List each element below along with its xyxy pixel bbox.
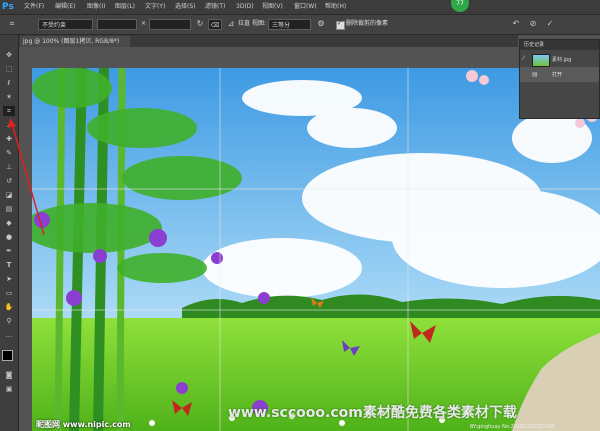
gear-icon[interactable]: ⚙	[316, 19, 326, 29]
document-canvas[interactable]	[32, 68, 600, 431]
commit-check-icon[interactable]: ✓	[545, 19, 555, 29]
extra-tools-icon[interactable]: …	[3, 330, 15, 340]
annotation-arrow	[8, 118, 45, 236]
landscape-image	[32, 68, 600, 431]
straighten-label[interactable]: 拉直	[238, 19, 250, 29]
swap-symbol[interactable]: ×	[141, 19, 146, 29]
notification-badge[interactable]: 77	[451, 0, 469, 12]
view-label: 视图:	[252, 20, 267, 27]
pen-tool-icon[interactable]: ✒	[3, 246, 15, 256]
menu-3d[interactable]: 3D(D)	[236, 3, 254, 11]
type-tool-icon[interactable]: T	[3, 260, 15, 270]
quick-mask-icon[interactable]: ◙	[3, 370, 15, 380]
foreground-color-swatch[interactable]	[2, 350, 13, 361]
history-brush-icon[interactable]: ⁄	[523, 55, 524, 62]
menu-help[interactable]: 帮助(H)	[325, 3, 346, 11]
delete-cropped-checkbox[interactable]: ✓	[336, 20, 345, 30]
shape-tool-icon[interactable]: ▭	[3, 288, 15, 298]
zoom-tool-icon[interactable]: ⚲	[3, 316, 15, 326]
menu-image[interactable]: 图像(I)	[87, 3, 105, 11]
clear-button[interactable]: ⌫	[208, 19, 222, 30]
menu-view[interactable]: 视图(V)	[262, 3, 283, 11]
site-watermark: www.sccooo.com素材酷免费各类素材下载	[228, 405, 517, 421]
view-select[interactable]: 三等分	[268, 19, 311, 30]
menu-filter[interactable]: 滤镜(T)	[205, 3, 225, 11]
height-input[interactable]	[149, 19, 191, 30]
screen-mode-icon[interactable]: ▣	[3, 384, 15, 394]
options-bar: ⌗ 不受约束 × ↻ ⌫ ⊿ 拉直 视图: 三等分 ⚙ ✓ 删除裁剪的像素 ↶ …	[0, 15, 600, 35]
cancel-icon[interactable]: ⊘	[528, 19, 538, 29]
check-icon: ✓	[337, 20, 343, 27]
history-panel-header: 历史记录	[520, 40, 599, 50]
snapshot-thumbnail	[532, 54, 550, 67]
menu-window[interactable]: 窗口(W)	[294, 3, 317, 11]
hand-tool-icon[interactable]: ✋	[3, 302, 15, 312]
history-snapshot[interactable]: ⁄ 素材.jpg	[520, 52, 599, 67]
straighten-icon[interactable]: ⊿	[226, 19, 236, 29]
path-select-icon[interactable]: ➤	[3, 274, 15, 284]
width-input[interactable]	[97, 19, 137, 30]
image-id-watermark: BY:qinghuay No:20161222337265	[470, 424, 556, 430]
delete-cropped-label: 删除裁剪的像素	[346, 20, 389, 27]
undo-icon[interactable]: ↶	[511, 19, 521, 29]
history-state-label: 打开	[552, 72, 563, 78]
document-icon: ▤	[532, 71, 538, 78]
nipic-watermark: 昵图网 www.nipic.com	[36, 420, 131, 429]
menu-select[interactable]: 选择(S)	[175, 3, 196, 11]
history-panel-title[interactable]: 历史记录	[524, 41, 544, 49]
history-state-open[interactable]: ▤ 打开	[520, 67, 599, 82]
menu-type[interactable]: 文字(Y)	[145, 3, 165, 11]
rotate-icon[interactable]: ↻	[195, 19, 205, 29]
menu-layer[interactable]: 图层(L)	[115, 3, 135, 11]
history-panel: 历史记录 ⁄ 素材.jpg ▤ 打开	[519, 39, 600, 119]
snapshot-label: 素材.jpg	[552, 57, 572, 63]
menu-bar: Ps 文件(F) 编辑(E) 图像(I) 图层(L) 文字(Y) 选择(S) 滤…	[0, 0, 600, 15]
